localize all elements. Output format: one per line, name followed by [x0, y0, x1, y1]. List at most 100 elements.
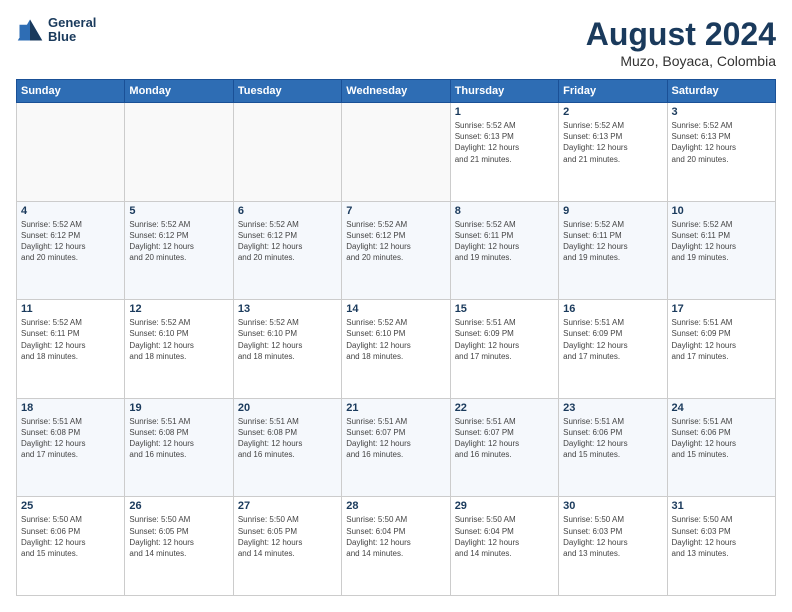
- day-number: 30: [563, 500, 662, 512]
- day-info: Sunrise: 5:52 AMSunset: 6:13 PMDaylight:…: [455, 120, 554, 165]
- calendar-header-row: SundayMondayTuesdayWednesdayThursdayFrid…: [17, 80, 776, 103]
- day-info: Sunrise: 5:52 AMSunset: 6:12 PMDaylight:…: [21, 219, 120, 264]
- calendar-cell: 10Sunrise: 5:52 AMSunset: 6:11 PMDayligh…: [667, 201, 775, 300]
- calendar-cell: 12Sunrise: 5:52 AMSunset: 6:10 PMDayligh…: [125, 300, 233, 399]
- day-number: 10: [672, 205, 771, 217]
- day-number: 29: [455, 500, 554, 512]
- title-block: August 2024 Muzo, Boyaca, Colombia: [586, 16, 776, 69]
- day-info: Sunrise: 5:52 AMSunset: 6:10 PMDaylight:…: [346, 317, 445, 362]
- calendar-cell: 19 Sunrise: 5:51 AMSunset: 6:08 PMDayligh…: [125, 398, 233, 497]
- day-info: Sunrise: 5:51 AMSunset: 6:06 PMDaylight:…: [672, 416, 771, 461]
- calendar-cell: 11 Sunrise: 5:52 AMSunset: 6:11 PMDayligh…: [17, 300, 125, 399]
- day-info: Sunrise: 5:51 AMSunset: 6:08 PMDaylight:…: [238, 416, 337, 461]
- day-info: Sunrise: 5:52 AMSunset: 6:12 PMDaylight:…: [129, 219, 228, 264]
- day-number: 23: [563, 402, 662, 414]
- calendar-cell: 24 Sunrise: 5:51 AMSunset: 6:06 PMDayligh…: [667, 398, 775, 497]
- day-number: 4: [21, 205, 120, 217]
- day-number: 13: [238, 303, 337, 315]
- calendar-cell: 17Sunrise: 5:51 AMSunset: 6:09 PMDayligh…: [667, 300, 775, 399]
- calendar-cell: 7 Sunrise: 5:52 AMSunset: 6:12 PMDaylight…: [342, 201, 450, 300]
- calendar-cell: 29 Sunrise: 5:50 AMSunset: 6:04 PMDayligh…: [450, 497, 558, 596]
- day-info: Sunrise: 5:52 AMSunset: 6:11 PMDaylight:…: [455, 219, 554, 264]
- day-info: Sunrise: 5:52 AMSunset: 6:11 PMDaylight:…: [563, 219, 662, 264]
- calendar-header-friday: Friday: [559, 80, 667, 103]
- day-info: Sunrise: 5:51 AMSunset: 6:08 PMDaylight:…: [21, 416, 120, 461]
- day-info: Sunrise: 5:51 AMSunset: 6:09 PMDaylight:…: [455, 317, 554, 362]
- day-number: 1: [455, 106, 554, 118]
- calendar-cell: 9Sunrise: 5:52 AMSunset: 6:11 PMDaylight…: [559, 201, 667, 300]
- calendar-header-monday: Monday: [125, 80, 233, 103]
- calendar-cell: 27 Sunrise: 5:50 AMSunset: 6:05 PMDayligh…: [233, 497, 341, 596]
- day-info: Sunrise: 5:51 AMSunset: 6:06 PMDaylight:…: [563, 416, 662, 461]
- logo-icon: [16, 16, 44, 44]
- day-number: 7: [346, 205, 445, 217]
- day-info: Sunrise: 5:51 AMSunset: 6:09 PMDaylight:…: [563, 317, 662, 362]
- day-info: Sunrise: 5:51 AMSunset: 6:09 PMDaylight:…: [672, 317, 771, 362]
- day-info: Sunrise: 5:52 AMSunset: 6:12 PMDaylight:…: [346, 219, 445, 264]
- calendar-week-2: 4 Sunrise: 5:52 AMSunset: 6:12 PMDaylight…: [17, 201, 776, 300]
- day-info: Sunrise: 5:50 AMSunset: 6:04 PMDaylight:…: [346, 514, 445, 559]
- day-number: 19: [129, 402, 228, 414]
- day-number: 18: [21, 402, 120, 414]
- page: General Blue August 2024 Muzo, Boyaca, C…: [0, 0, 792, 612]
- day-number: 28: [346, 500, 445, 512]
- day-number: 11: [21, 303, 120, 315]
- calendar-cell: 13 Sunrise: 5:52 AMSunset: 6:10 PMDayligh…: [233, 300, 341, 399]
- calendar-cell: 8 Sunrise: 5:52 AMSunset: 6:11 PMDaylight…: [450, 201, 558, 300]
- calendar: SundayMondayTuesdayWednesdayThursdayFrid…: [16, 79, 776, 596]
- calendar-cell: 6 Sunrise: 5:52 AMSunset: 6:12 PMDaylight…: [233, 201, 341, 300]
- day-info: Sunrise: 5:51 AMSunset: 6:07 PMDaylight:…: [346, 416, 445, 461]
- day-number: 27: [238, 500, 337, 512]
- day-info: Sunrise: 5:52 AMSunset: 6:12 PMDaylight:…: [238, 219, 337, 264]
- calendar-cell: 3 Sunrise: 5:52 AMSunset: 6:13 PMDaylight…: [667, 103, 775, 202]
- calendar-header-sunday: Sunday: [17, 80, 125, 103]
- calendar-cell: 26Sunrise: 5:50 AMSunset: 6:05 PMDayligh…: [125, 497, 233, 596]
- day-number: 25: [21, 500, 120, 512]
- subtitle: Muzo, Boyaca, Colombia: [586, 53, 776, 69]
- day-number: 31: [672, 500, 771, 512]
- calendar-cell: 15 Sunrise: 5:51 AMSunset: 6:09 PMDayligh…: [450, 300, 558, 399]
- calendar-cell: 1 Sunrise: 5:52 AMSunset: 6:13 PMDaylight…: [450, 103, 558, 202]
- logo: General Blue: [16, 16, 96, 45]
- day-number: 24: [672, 402, 771, 414]
- calendar-cell: 23 Sunrise: 5:51 AMSunset: 6:06 PMDayligh…: [559, 398, 667, 497]
- day-number: 2: [563, 106, 662, 118]
- logo-text: General Blue: [48, 16, 96, 45]
- day-info: Sunrise: 5:51 AMSunset: 6:08 PMDaylight:…: [129, 416, 228, 461]
- day-info: Sunrise: 5:50 AMSunset: 6:04 PMDaylight:…: [455, 514, 554, 559]
- calendar-header-thursday: Thursday: [450, 80, 558, 103]
- day-info: Sunrise: 5:50 AMSunset: 6:06 PMDaylight:…: [21, 514, 120, 559]
- day-number: 15: [455, 303, 554, 315]
- logo-line1: General: [48, 16, 96, 30]
- day-info: Sunrise: 5:50 AMSunset: 6:03 PMDaylight:…: [672, 514, 771, 559]
- day-number: 8: [455, 205, 554, 217]
- day-info: Sunrise: 5:52 AMSunset: 6:13 PMDaylight:…: [672, 120, 771, 165]
- calendar-cell: 22Sunrise: 5:51 AMSunset: 6:07 PMDayligh…: [450, 398, 558, 497]
- day-number: 6: [238, 205, 337, 217]
- main-title: August 2024: [586, 16, 776, 53]
- calendar-week-4: 18 Sunrise: 5:51 AMSunset: 6:08 PMDayligh…: [17, 398, 776, 497]
- day-info: Sunrise: 5:52 AMSunset: 6:10 PMDaylight:…: [238, 317, 337, 362]
- calendar-cell: 16 Sunrise: 5:51 AMSunset: 6:09 PMDayligh…: [559, 300, 667, 399]
- calendar-week-5: 25 Sunrise: 5:50 AMSunset: 6:06 PMDayligh…: [17, 497, 776, 596]
- day-number: 14: [346, 303, 445, 315]
- calendar-cell: 14 Sunrise: 5:52 AMSunset: 6:10 PMDayligh…: [342, 300, 450, 399]
- day-number: 16: [563, 303, 662, 315]
- day-number: 20: [238, 402, 337, 414]
- day-number: 12: [129, 303, 228, 315]
- calendar-cell: [17, 103, 125, 202]
- day-info: Sunrise: 5:52 AMSunset: 6:11 PMDaylight:…: [21, 317, 120, 362]
- day-number: 26: [129, 500, 228, 512]
- day-number: 5: [129, 205, 228, 217]
- calendar-cell: 20 Sunrise: 5:51 AMSunset: 6:08 PMDayligh…: [233, 398, 341, 497]
- calendar-cell: 5 Sunrise: 5:52 AMSunset: 6:12 PMDaylight…: [125, 201, 233, 300]
- calendar-header-saturday: Saturday: [667, 80, 775, 103]
- calendar-header-tuesday: Tuesday: [233, 80, 341, 103]
- day-info: Sunrise: 5:50 AMSunset: 6:05 PMDaylight:…: [238, 514, 337, 559]
- day-info: Sunrise: 5:50 AMSunset: 6:03 PMDaylight:…: [563, 514, 662, 559]
- day-info: Sunrise: 5:52 AMSunset: 6:13 PMDaylight:…: [563, 120, 662, 165]
- calendar-cell: 4 Sunrise: 5:52 AMSunset: 6:12 PMDaylight…: [17, 201, 125, 300]
- calendar-cell: [125, 103, 233, 202]
- day-number: 3: [672, 106, 771, 118]
- calendar-cell: 2 Sunrise: 5:52 AMSunset: 6:13 PMDaylight…: [559, 103, 667, 202]
